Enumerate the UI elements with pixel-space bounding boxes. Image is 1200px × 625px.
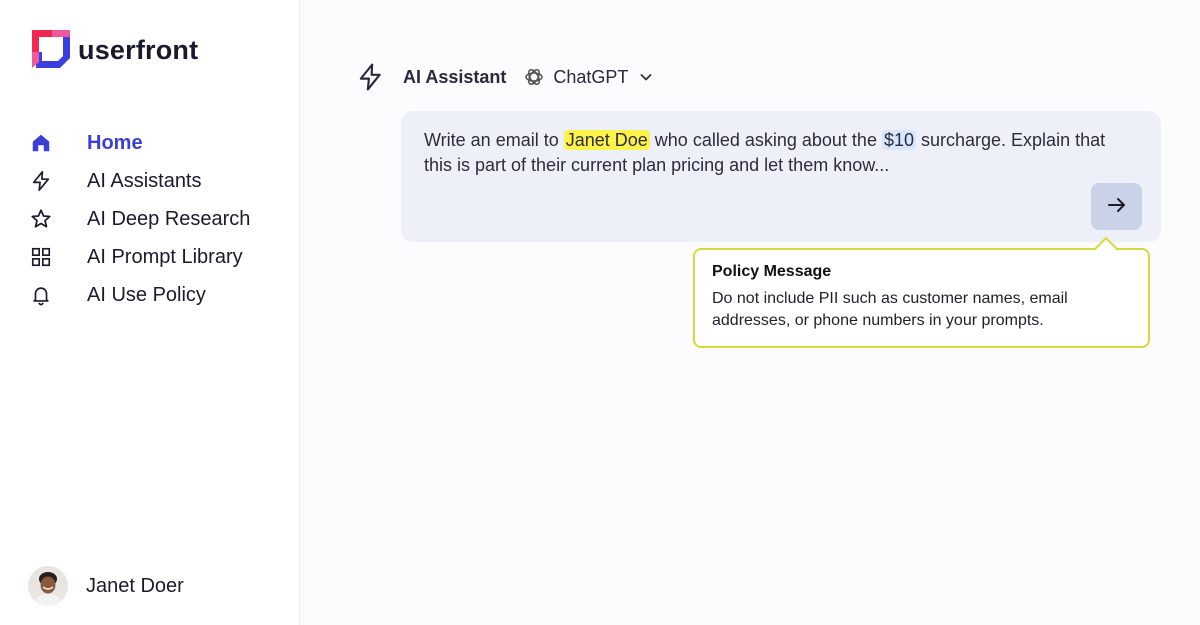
sidebar-item-ai-use-policy[interactable]: AI Use Policy	[28, 276, 288, 314]
chevron-down-icon	[639, 70, 653, 84]
grid-icon	[28, 244, 54, 270]
star-icon	[28, 206, 54, 232]
lightning-icon	[28, 168, 54, 194]
home-icon	[28, 130, 54, 156]
prompt-text[interactable]: Write an email to Janet Doe who called a…	[424, 128, 1134, 178]
assistant-toolbar: AI Assistant ChatGPT	[357, 62, 653, 92]
sidebar-item-label: AI Assistants	[87, 169, 202, 192]
userfront-logo-icon	[30, 28, 74, 72]
user-name: Janet Doer	[86, 574, 184, 597]
sidebar-item-label: Home	[87, 131, 143, 154]
policy-title: Policy Message	[712, 263, 832, 280]
assistant-title: AI Assistant	[403, 66, 507, 87]
brand-logo[interactable]: userfront	[30, 28, 198, 72]
sidebar-item-label: AI Deep Research	[87, 207, 251, 230]
brand-name: userfront	[78, 34, 199, 65]
sidebar-item-label: AI Prompt Library	[87, 245, 243, 268]
sidebar-item-ai-assistants[interactable]: AI Assistants	[28, 162, 288, 200]
sidebar-item-ai-prompt-library[interactable]: AI Prompt Library	[28, 238, 288, 276]
prompt-input[interactable]: Write an email to Janet Doe who called a…	[401, 111, 1161, 242]
prompt-text-segment: who called asking about the	[649, 130, 882, 150]
main-content: AI Assistant ChatGPT Write an email to J…	[301, 0, 1200, 625]
avatar	[28, 566, 68, 606]
prompt-text-segment: Write an email to	[424, 130, 564, 150]
sidebar-nav: Home AI Assistants AI Deep Research AI P…	[28, 124, 288, 314]
openai-icon	[524, 67, 544, 87]
bell-icon	[28, 282, 54, 308]
user-profile[interactable]: Janet Doer	[28, 566, 184, 606]
policy-body: Do not include PII such as customer name…	[712, 290, 1068, 329]
send-button[interactable]	[1091, 183, 1142, 230]
model-selector[interactable]: ChatGPT	[524, 67, 653, 88]
arrow-right-icon	[1106, 194, 1128, 219]
amount-highlight: $10	[881, 130, 916, 150]
sidebar-item-label: AI Use Policy	[87, 283, 206, 306]
sidebar-item-ai-deep-research[interactable]: AI Deep Research	[28, 200, 288, 238]
pii-highlight-name: Janet Doe	[563, 130, 650, 150]
sidebar: userfront Home AI Assistants AI Deep Res…	[0, 0, 300, 625]
model-name: ChatGPT	[553, 66, 629, 87]
sidebar-item-home[interactable]: Home	[28, 124, 288, 162]
lightning-icon	[357, 63, 383, 91]
policy-tooltip: Policy Message Do not include PII such a…	[693, 236, 1150, 348]
